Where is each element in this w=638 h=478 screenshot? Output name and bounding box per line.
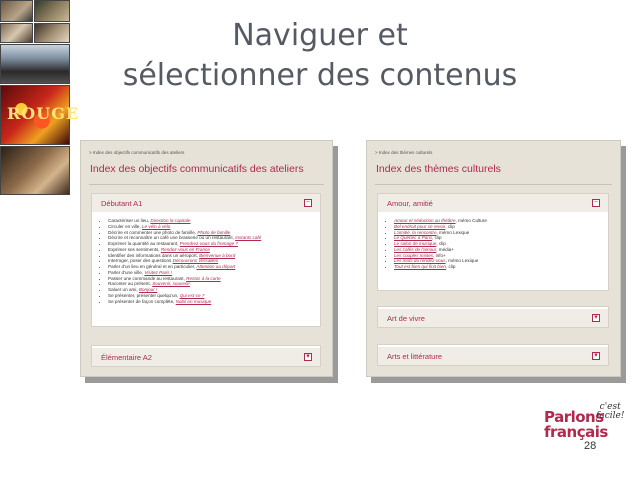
theme-link[interactable]: Le Québec à Paris [394,235,432,240]
objectives-index-panel: > Index des objectifs communicatifs des … [80,140,333,377]
slide-title-line2: sélectionner des contenus [122,58,518,93]
objective-text: Parler d'un lieu en général et en partic… [108,264,196,269]
objective-text: Décrire et commenter une photo de famill… [108,229,197,235]
themes-list: Amour et séduction au théâtre, mémo Cult… [386,218,487,270]
section-arts-litterature: Arts et littérature ▾ [377,344,609,366]
breadcrumb[interactable]: > Index des objectifs communicatifs des … [89,150,184,155]
parlons-francais-logo: Parlons français c'est facile! [540,403,635,442]
theme-link[interactable]: Amour et séduction au théâtre [394,218,456,223]
theme-item: Tout est bien qui finit bien, clip [394,264,487,270]
workshop-link[interactable]: Nabil en musique [176,299,212,304]
theme-type: , clip [436,241,446,246]
workshop-link[interactable]: Souvenir, souvenir [152,281,190,286]
panel-title: Index des objectifs communicatifs des at… [90,163,304,175]
expand-icon[interactable]: ▾ [304,353,312,361]
section-debutant-a1: Débutant A1 − Caractériser un lieu, Dire… [91,193,321,327]
theme-type: , info+ [433,252,446,258]
section-header[interactable]: Élémentaire A2 ▾ [92,348,320,366]
slide-title: Naviguer et sélectionner des contenus [100,16,540,96]
collapse-icon[interactable]: − [592,199,600,207]
theme-link[interactable]: Le salon de musique [394,241,436,246]
theme-type: , média+ [436,246,454,252]
objectives-list: Caractériser un lieu, Direction la capit… [100,218,261,304]
section-amour-amitie: Amour, amitié − Amour et séduction au th… [377,193,609,291]
section-label: Arts et littérature [387,352,443,361]
section-label: Débutant A1 [101,199,143,208]
neon-sign-text: ROUGE [7,104,80,123]
objective-text: Passer une commande au restaurant, [108,275,185,281]
theme-type: , mémo Lexique [436,229,470,235]
objective-text: Identifier des informations dans un aéro… [108,252,198,258]
workshop-link[interactable]: Visitez Paris ! [144,270,172,275]
workshop-link[interactable]: Qui est-ce ? [180,293,205,298]
workshop-link[interactable]: Instants café [235,235,261,240]
panel-title: Index des thèmes culturels [376,163,501,175]
workshop-link[interactable]: Le vélo à vélo [142,224,170,229]
slide-title-line1: Naviguer et [232,18,408,53]
section-art-de-vivre: Art de vivre ▾ [377,306,609,328]
objective-text: Interroger, poser des questions [108,258,172,264]
divider [375,184,612,185]
objective-text: Circuler en ville, [108,223,141,229]
section-label: Art de vivre [387,314,425,323]
workshop-link[interactable]: Photo de famille [197,230,230,235]
objective-text: Se présenter, présenter quelqu'un, [108,292,179,298]
objective-text: Saluer un ami, [108,287,138,292]
workshop-link[interactable]: Découvrons Versailles [173,258,219,263]
theme-link[interactable]: L'amitié, la rencontre [394,230,437,235]
workshop-link[interactable]: Bonjour ! [139,287,157,292]
photo-people-2 [34,0,70,22]
section-header[interactable]: Amour, amitié − [378,194,608,212]
logo-tag2: facile! [596,411,625,421]
photo-people-3 [0,23,33,43]
theme-link[interactable]: Bel endroit pour se revoir [394,224,445,229]
theme-type: , clip [445,223,455,229]
logo-line2: français [544,423,608,441]
section-header[interactable]: Arts et littérature ▾ [378,347,608,365]
photo-people-4 [34,23,70,43]
photo-strip: ROUGE [0,0,78,195]
page-number: 28 [584,440,597,452]
objective-text: Exprimer ses sentiments, [108,246,160,252]
objective-text: Exprimer la quantité au restaurant, [108,241,179,246]
workshop-link[interactable]: Prendrez-vous du fromage ? [180,241,238,246]
theme-type: , mémo Culture [455,218,487,223]
expand-icon[interactable]: ▾ [592,314,600,322]
objective-text: Décrire et reconnaître un café une brass… [108,235,234,241]
workshop-link[interactable]: Bienvenue à bord [199,253,235,258]
section-header[interactable]: Art de vivre ▾ [378,309,608,327]
expand-icon[interactable]: ▾ [592,352,600,360]
workshop-link[interactable]: Direction la capitale [150,218,190,223]
photo-street [0,44,70,84]
objective-text: Raconter au présent, [108,281,151,287]
section-elementaire-a2: Élémentaire A2 ▾ [91,345,321,367]
theme-link[interactable]: Tout est bien qui finit bien [394,264,446,269]
objective-item: Se présenter de façon complète, Nabil en… [108,299,261,305]
theme-link[interactable]: Les couples mixtes [394,253,433,258]
workshop-link[interactable]: Attention au départ [196,264,235,269]
theme-link[interactable]: Les mots du rendez-vous [394,258,446,263]
divider [89,184,324,185]
section-header[interactable]: Débutant A1 − [92,194,320,212]
theme-link[interactable]: Les cafés de l'amour [394,247,436,252]
photo-neon-sign: ROUGE [0,85,78,145]
photo-group [0,146,70,195]
objective-text: Se présenter de façon complète, [108,298,175,304]
cultural-themes-panel: > Index des thèmes culturels Index des t… [366,140,621,377]
theme-type: , mémo Lexique [445,258,479,264]
breadcrumb[interactable]: > Index des thèmes culturels [375,150,432,155]
photo-people-1 [0,0,33,22]
workshop-link[interactable]: Rendez-vous en France [161,247,210,252]
objective-text: Caractériser un lieu, [108,218,150,223]
workshop-link[interactable]: Restos à la carte [186,276,220,281]
theme-type: , clip [445,264,456,269]
theme-type: , clip [432,235,442,241]
collapse-icon[interactable]: − [304,199,312,207]
section-label: Amour, amitié [387,199,433,208]
objective-text: Parler d'une ville, [108,269,144,275]
logo-tagline: c'est facile! [596,403,624,421]
section-label: Élémentaire A2 [101,353,152,362]
